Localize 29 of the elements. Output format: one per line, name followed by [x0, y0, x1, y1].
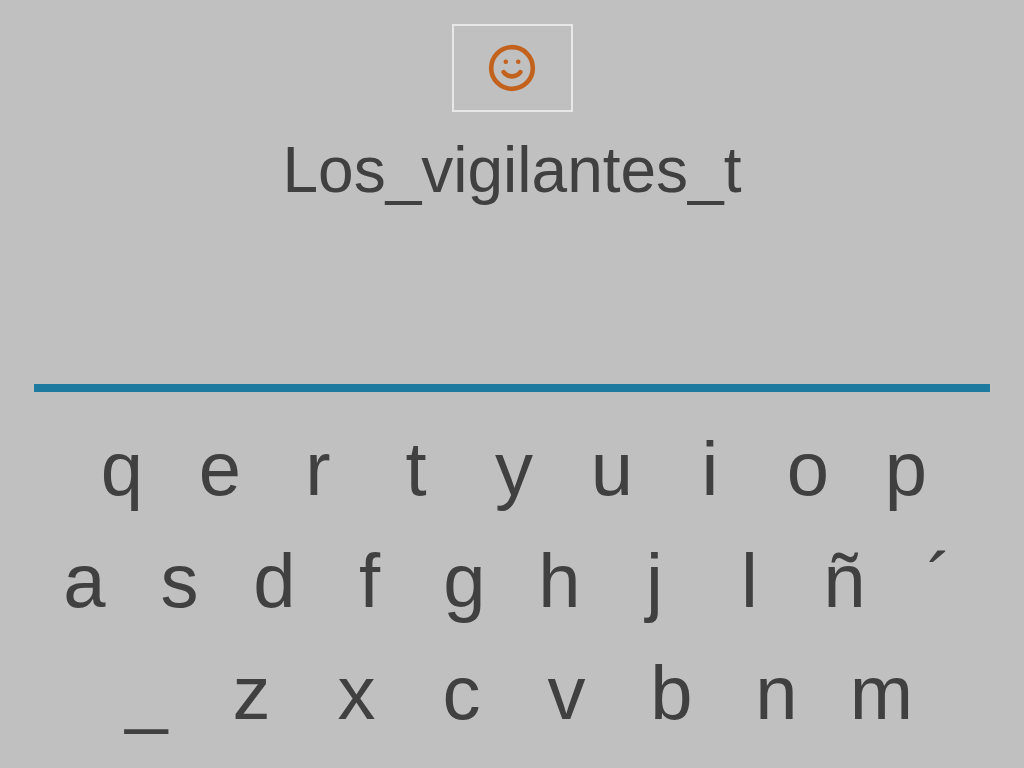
letter-key[interactable]: f [322, 536, 417, 626]
letter-key[interactable]: p [857, 424, 955, 514]
letter-key[interactable]: h [512, 536, 607, 626]
letter-key[interactable]: g [417, 536, 512, 626]
letter-key[interactable]: y [465, 424, 563, 514]
letter-key[interactable]: d [227, 536, 322, 626]
word-display: Los_vigilantes_t [282, 133, 742, 208]
letter-key[interactable]: c [409, 648, 514, 738]
letter-key[interactable]: _ [94, 648, 199, 738]
letter-key[interactable]: i [661, 424, 759, 514]
letter-key[interactable]: b [619, 648, 724, 738]
letter-key[interactable]: r [269, 424, 367, 514]
letter-key[interactable]: x [304, 648, 409, 738]
letter-key[interactable]: m [829, 648, 934, 738]
letter-key[interactable]: ñ [797, 536, 892, 626]
letter-key[interactable]: j [607, 536, 702, 626]
letter-key[interactable]: v [514, 648, 619, 738]
letter-key[interactable]: z [199, 648, 304, 738]
letter-key[interactable]: q [73, 424, 171, 514]
letter-key[interactable]: e [171, 424, 269, 514]
letter-key[interactable]: n [724, 648, 829, 738]
letter-key[interactable]: a [37, 536, 132, 626]
letter-key[interactable]: s [132, 536, 227, 626]
letter-key[interactable]: t [367, 424, 465, 514]
smiley-icon [487, 43, 537, 93]
letter-key[interactable]: u [563, 424, 661, 514]
letter-key[interactable]: ´ [892, 536, 987, 626]
letter-key[interactable]: o [759, 424, 857, 514]
letter-key[interactable]: l [702, 536, 797, 626]
